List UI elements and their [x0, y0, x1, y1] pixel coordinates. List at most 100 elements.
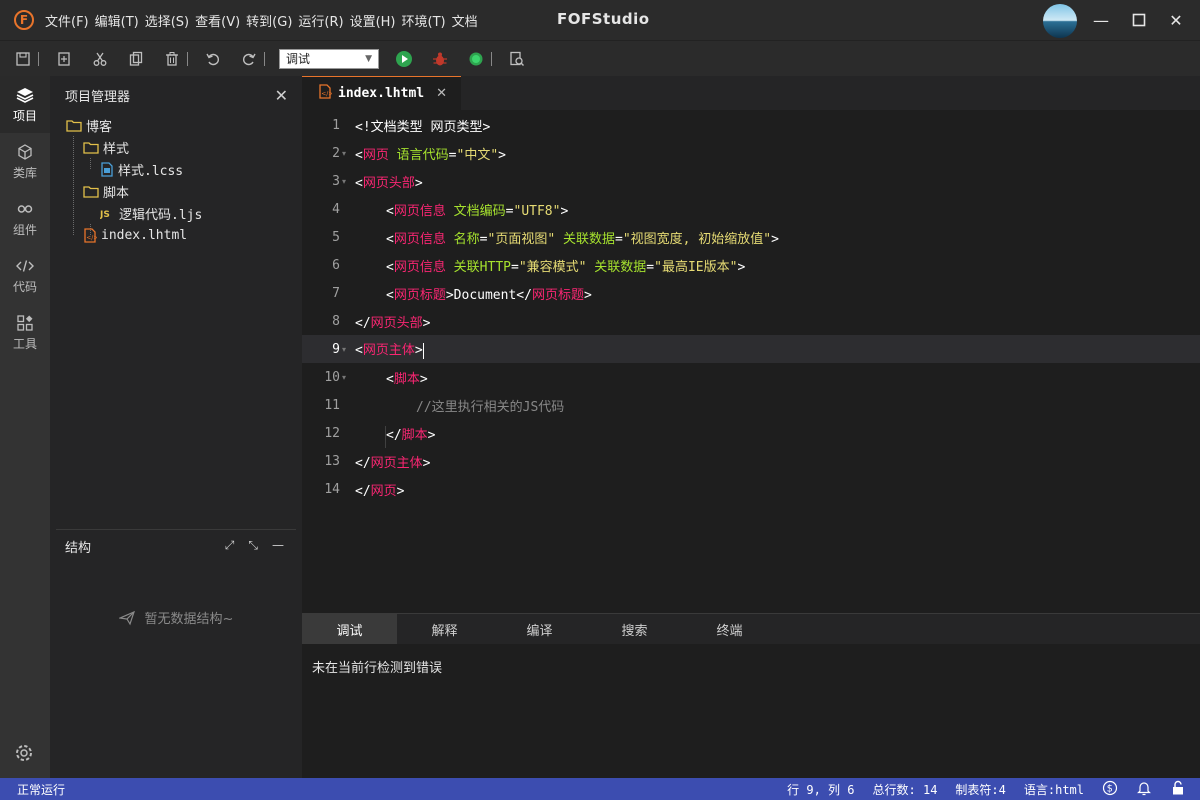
app-title: FOFStudio [557, 10, 650, 28]
activity-code[interactable]: 代码 [0, 247, 50, 304]
line-number: 7 [332, 285, 340, 301]
structure-actions: ⤢ ⤡ — [211, 538, 284, 553]
avatar[interactable] [1043, 4, 1077, 38]
code-line[interactable]: 12 </脚本> [302, 419, 1200, 447]
output-tab-bar: 调试 解释 编译 搜索 终端 [302, 614, 1200, 644]
run-button[interactable] [393, 48, 415, 70]
fold-arrow-icon[interactable]: ▾ [342, 345, 346, 354]
code-text: <网页头部> [355, 175, 423, 191]
green-dot-icon [469, 52, 483, 65]
menu-file[interactable]: 文件(F) [42, 11, 92, 30]
code-icon [16, 259, 34, 272]
code-line[interactable]: 7 <网页标题>Document</网页标题> [302, 279, 1200, 307]
close-tab-icon[interactable]: ✕ [436, 86, 447, 101]
activity-project-label: 项目 [12, 108, 37, 123]
tab-index-lhtml[interactable]: </> index.lhtml ✕ [302, 76, 461, 110]
save-button[interactable] [12, 48, 34, 70]
run-status: 正常运行 [17, 782, 66, 797]
menu-edit[interactable]: 编辑(T) [92, 11, 142, 30]
tree-item-style-file[interactable]: 样式.lcss [50, 158, 302, 180]
code-area[interactable]: 1 <!文档类型 网页类型> 2 ▾ <网页 语言代码="中文"> 3 ▾ <网… [302, 110, 1200, 503]
new-file-button[interactable] [53, 48, 75, 70]
close-window-button[interactable]: ✕ [1166, 10, 1186, 30]
code-line[interactable]: 3 ▾ <网页头部> [302, 167, 1200, 195]
folder-icon [83, 185, 99, 198]
tab-interpret[interactable]: 解释 [397, 614, 492, 644]
app-logo-icon: F [14, 10, 34, 30]
code-line[interactable]: 4 <网页信息 文档编码="UTF8"> [302, 195, 1200, 223]
fold-arrow-icon[interactable]: ▾ [342, 149, 346, 158]
cursor-position[interactable]: 行 9, 列 6 [787, 781, 854, 798]
structure-panel-title: 结构 [65, 540, 92, 556]
code-line[interactable]: 6 <网页信息 关联HTTP="兼容模式" 关联数据="最高IE版本"> [302, 251, 1200, 279]
menu-settings[interactable]: 设置(H) [347, 11, 399, 30]
expand-icon[interactable]: ⤢ [225, 538, 235, 553]
delete-button[interactable] [161, 48, 183, 70]
collapse-icon[interactable]: ⤡ [248, 538, 258, 553]
menu-view[interactable]: 查看(V) [192, 11, 243, 30]
total-lines: 总行数: 14 [872, 782, 938, 797]
tab-compile[interactable]: 编译 [492, 614, 587, 644]
tree-item-style-folder[interactable]: 样式 [50, 136, 302, 158]
fold-arrow-icon[interactable]: ▾ [342, 177, 346, 186]
activity-library[interactable]: 类库 [0, 133, 50, 190]
tree-item-script-folder[interactable]: 脚本 [50, 180, 302, 202]
tab-size[interactable]: 制表符:4 [955, 781, 1005, 798]
copy-button[interactable] [125, 48, 147, 70]
activity-project[interactable]: 项目 [0, 76, 50, 133]
minimize-panel-icon[interactable]: — [272, 538, 284, 553]
maximize-button[interactable] [1129, 10, 1149, 30]
js-file-icon: JS [100, 207, 115, 219]
language-mode[interactable]: 语言:html [1024, 781, 1084, 798]
code-text: <网页信息 文档编码="UTF8"> [386, 203, 569, 219]
minimize-button[interactable]: — [1091, 10, 1111, 30]
menu-docs[interactable]: 文档 [449, 11, 481, 30]
folder-icon [66, 119, 82, 132]
run-mode-value: 调试 [286, 52, 311, 66]
code-line[interactable]: 1 <!文档类型 网页类型> [302, 111, 1200, 139]
chevron-down-icon: ▼ [365, 53, 372, 64]
code-text: </脚本> [386, 427, 436, 443]
new-file-icon [58, 51, 70, 66]
code-line[interactable]: 8 </网页头部> [302, 307, 1200, 335]
code-line[interactable]: 11 //这里执行相关的JS代码 [302, 391, 1200, 419]
run-mode-select[interactable]: 调试 ▼ [279, 48, 379, 69]
redo-button[interactable] [238, 48, 260, 70]
dollar-icon[interactable]: $ [1102, 780, 1118, 799]
tree-item-blog-folder[interactable]: 博客 [50, 114, 302, 136]
status-indicator-button[interactable] [465, 48, 487, 70]
activity-tools[interactable]: 工具 [0, 304, 50, 361]
debug-button[interactable] [429, 48, 451, 70]
tab-terminal[interactable]: 终端 [682, 614, 777, 644]
code-line-current[interactable]: 9 ▾ <网页主体> [302, 335, 1200, 363]
tree-item-index-file[interactable]: </> index.lhtml [50, 224, 302, 246]
code-text: <网页主体> [355, 342, 424, 359]
unlock-icon[interactable] [1170, 780, 1186, 799]
code-line[interactable]: 5 <网页信息 名称="页面视图" 关联数据="视图宽度, 初始缩放值"> [302, 223, 1200, 251]
close-panel-button[interactable]: ✕ [275, 86, 288, 105]
bell-icon[interactable] [1136, 780, 1152, 799]
toolbar-divider [38, 51, 39, 66]
code-line[interactable]: 13 </网页主体> [302, 447, 1200, 475]
menu-run[interactable]: 运行(R) [295, 11, 346, 30]
activity-components[interactable]: 组件 [0, 190, 50, 247]
maximize-icon [1132, 13, 1146, 27]
tab-debug[interactable]: 调试 [302, 614, 397, 644]
line-number: 11 [324, 397, 340, 413]
project-tree: 博客 样式 样式.lcss 脚本 JS 逻辑代码.ljs </> index.l… [50, 114, 302, 246]
menu-environment[interactable]: 环境(T) [399, 11, 449, 30]
settings-button[interactable] [13, 742, 35, 768]
inspect-button[interactable] [506, 48, 528, 70]
line-number: 2 [332, 145, 340, 161]
redo-icon [243, 53, 256, 65]
cut-button[interactable] [89, 48, 111, 70]
tab-search[interactable]: 搜索 [587, 614, 682, 644]
menu-goto[interactable]: 转到(G) [243, 11, 295, 30]
undo-button[interactable] [202, 48, 224, 70]
fold-arrow-icon[interactable]: ▾ [342, 373, 346, 382]
menu-select[interactable]: 选择(S) [142, 11, 192, 30]
code-line[interactable]: 10 ▾ <脚本> [302, 363, 1200, 391]
tree-item-logic-file[interactable]: JS 逻辑代码.ljs [50, 202, 302, 224]
code-line[interactable]: 2 ▾ <网页 语言代码="中文"> [302, 139, 1200, 167]
code-line[interactable]: 14 </网页> [302, 475, 1200, 503]
